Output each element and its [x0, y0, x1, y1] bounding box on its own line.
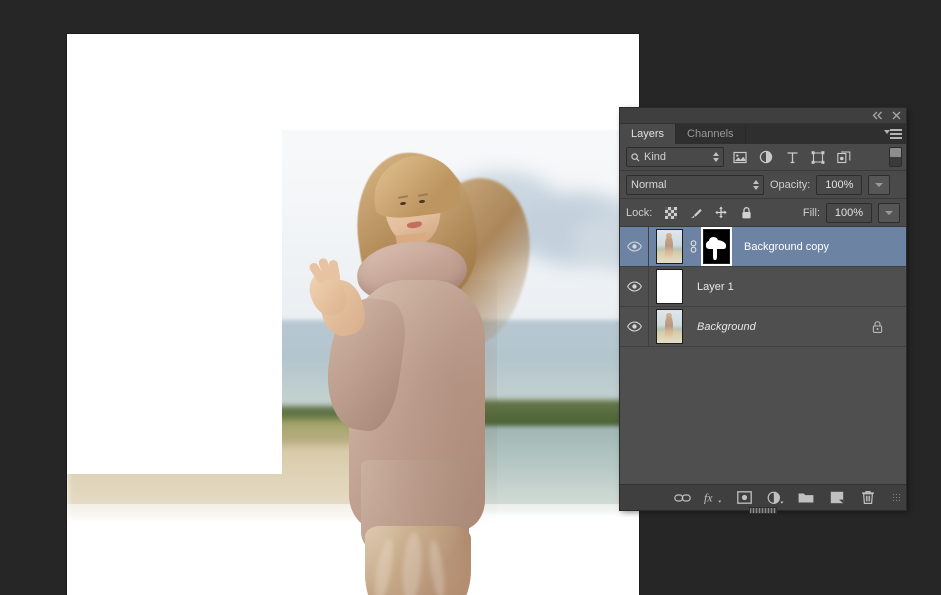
- blend-spinner-icon[interactable]: [753, 179, 759, 190]
- layer-thumbnail[interactable]: [656, 309, 683, 344]
- layers-panel[interactable]: Layers Channels Kind Normal Opacity: 100…: [620, 108, 906, 514]
- layer-thumbnails: [649, 309, 683, 344]
- tab-layers[interactable]: Layers: [620, 124, 677, 144]
- filter-enable-toggle[interactable]: [889, 147, 902, 167]
- lock-transparent-pixels-icon[interactable]: [664, 206, 678, 220]
- layer-locked-icon: [871, 320, 884, 334]
- layer-visibility-toggle[interactable]: [620, 267, 649, 306]
- blend-mode-select[interactable]: Normal: [626, 174, 764, 195]
- lock-icon-group: [664, 206, 753, 220]
- eye-icon: [626, 281, 642, 292]
- collapse-panel-icon[interactable]: [872, 111, 883, 120]
- layer-thumbnail[interactable]: [656, 269, 683, 304]
- filter-pixel-layers-icon[interactable]: [730, 148, 750, 166]
- lock-position-icon[interactable]: [714, 206, 728, 220]
- layer-visibility-toggle[interactable]: [620, 307, 649, 346]
- delete-layer-icon[interactable]: [859, 489, 877, 507]
- lock-all-icon[interactable]: [739, 206, 753, 220]
- resize-grip-icon[interactable]: [892, 492, 902, 503]
- fill-input[interactable]: 100%: [826, 202, 872, 223]
- lock-row[interactable]: Lock: Fill: 100%: [620, 199, 906, 227]
- layer-style-fx-icon[interactable]: fx: [704, 489, 722, 507]
- opacity-input[interactable]: 100%: [816, 174, 863, 195]
- opacity-dropdown-arrow[interactable]: [868, 174, 891, 195]
- layer-mask-thumbnail[interactable]: [703, 229, 730, 264]
- filter-kind-select[interactable]: Kind: [626, 147, 724, 167]
- masked-white-top: [67, 34, 639, 130]
- filter-smart-object-icon[interactable]: [834, 148, 854, 166]
- add-layer-mask-icon[interactable]: [735, 489, 753, 507]
- fill-label: Fill:: [802, 206, 820, 219]
- menu-line: [890, 129, 902, 131]
- photoshop-workspace: Layers Channels Kind Normal Opacity: 100…: [0, 0, 941, 595]
- menu-line: [890, 133, 902, 135]
- composited-photo: [67, 34, 639, 595]
- layer-row-background-copy[interactable]: Background copy: [620, 227, 906, 267]
- panel-tabstrip[interactable]: Layers Channels: [620, 124, 906, 144]
- layer-name: Background copy: [744, 240, 829, 253]
- tab-channels-label: Channels: [687, 128, 734, 140]
- tab-layers-label: Layers: [631, 128, 665, 140]
- new-group-icon[interactable]: [797, 489, 815, 507]
- tab-channels[interactable]: Channels: [676, 124, 746, 144]
- document-canvas[interactable]: [67, 34, 639, 595]
- new-layer-icon[interactable]: [828, 489, 846, 507]
- model-figure: [299, 130, 549, 595]
- layer-name: Background: [697, 320, 756, 333]
- panel-titlebar: [620, 108, 906, 124]
- lock-image-pixels-icon[interactable]: [689, 206, 703, 220]
- layer-filter-row[interactable]: Kind: [620, 144, 906, 171]
- layer-row-background[interactable]: Background: [620, 307, 906, 347]
- filter-adjustment-layers-icon[interactable]: [756, 148, 776, 166]
- kind-spinner-icon[interactable]: [713, 152, 719, 162]
- layer-row-layer-1[interactable]: Layer 1: [620, 267, 906, 307]
- svg-text:fx: fx: [704, 492, 713, 505]
- new-adjustment-layer-icon[interactable]: [766, 489, 784, 507]
- fill-dropdown-arrow[interactable]: [878, 202, 900, 223]
- filter-shape-layers-icon[interactable]: [808, 148, 828, 166]
- link-layers-icon[interactable]: [673, 489, 691, 507]
- filter-kind-label: Kind: [644, 151, 667, 163]
- opacity-label: Opacity:: [770, 178, 811, 191]
- eye-icon: [626, 321, 642, 332]
- layers-panel-footer[interactable]: fx: [620, 484, 906, 514]
- blend-mode-row[interactable]: Normal Opacity: 100%: [620, 171, 906, 199]
- layer-thumbnails: [649, 269, 683, 304]
- mask-link-icon[interactable]: [687, 240, 699, 253]
- menu-line: [890, 137, 902, 139]
- eye-icon: [626, 241, 642, 252]
- lock-label: Lock:: [626, 206, 653, 219]
- panel-menu-icon[interactable]: [884, 127, 902, 141]
- layer-name: Layer 1: [697, 280, 734, 293]
- layer-visibility-toggle[interactable]: [620, 227, 649, 266]
- layer-list[interactable]: Background copy Layer 1 Background: [620, 227, 906, 484]
- filter-type-layers-icon[interactable]: [782, 148, 802, 166]
- search-icon: [631, 152, 640, 161]
- layer-thumbnail[interactable]: [656, 229, 683, 264]
- blend-mode-value: Normal: [631, 178, 667, 191]
- panel-resize-notch[interactable]: [749, 507, 777, 514]
- close-icon[interactable]: [892, 111, 901, 120]
- layer-thumbnails: [649, 229, 730, 264]
